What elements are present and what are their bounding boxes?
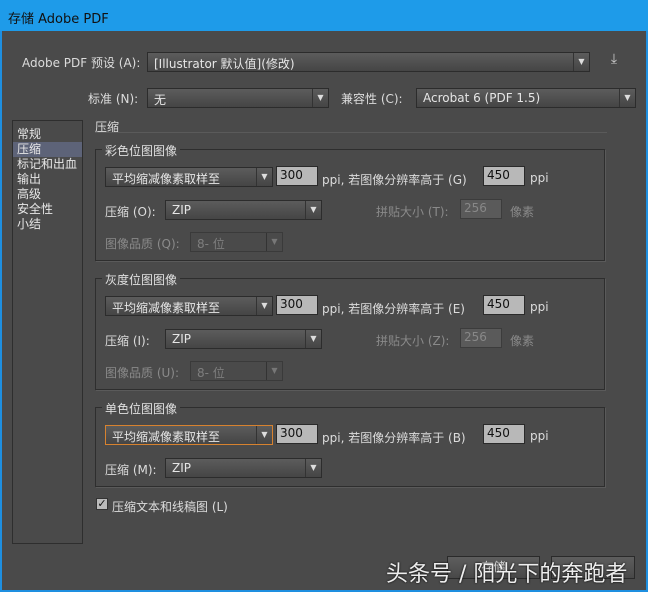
standard-value: 无 (154, 93, 167, 107)
downsample-value: 平均缩减像素取样至 (112, 301, 221, 315)
preset-dropdown[interactable]: [Illustrator 默认值](修改) ▼ (147, 52, 590, 72)
sidebar-item-summary[interactable]: 小结 (13, 217, 82, 232)
downsample-value: 平均缩减像素取样至 (112, 430, 221, 444)
tile-label: 拼贴大小 (Z): (376, 334, 450, 348)
sidebar-item-marks-bleeds[interactable]: 标记和出血 (13, 157, 82, 172)
ppi-unit: ppi (530, 300, 549, 314)
sidebar-item-advanced[interactable]: 高级 (13, 187, 82, 202)
compat-dropdown[interactable]: Acrobat 6 (PDF 1.5) ▼ (416, 88, 636, 108)
downsample-value: 平均缩减像素取样至 (112, 172, 221, 186)
downsample-dropdown[interactable]: 平均缩减像素取样至 ▼ (105, 296, 273, 316)
ppi-unit: ppi (530, 429, 549, 443)
tile-input[interactable]: 256 (460, 199, 502, 219)
above-ppi-input[interactable]: 450 (483, 295, 525, 315)
ppi-input[interactable]: 300 (276, 424, 318, 444)
sidebar-item-security[interactable]: 安全性 (13, 202, 82, 217)
group-title: 彩色位图图像 (102, 142, 181, 159)
quality-value: 8- 位 (197, 237, 225, 251)
group-title: 单色位图图像 (102, 400, 181, 417)
sidebar-item-general[interactable]: 常规 (13, 127, 82, 142)
chevron-down-icon: ▼ (312, 89, 328, 107)
watermark: 头条号 / 阳光下的奔跑者 (386, 562, 628, 587)
sidebar: 常规 压缩 标记和出血 输出 高级 安全性 小结 (12, 120, 83, 544)
preset-value: [Illustrator 默认值](修改) (154, 57, 295, 71)
quality-dropdown[interactable]: 8- 位 ▼ (190, 232, 283, 252)
compress-value: ZIP (172, 332, 191, 346)
chevron-down-icon: ▼ (619, 89, 635, 107)
downsample-dropdown[interactable]: 平均缩减像素取样至 ▼ (105, 167, 273, 187)
chevron-down-icon: ▼ (305, 330, 321, 348)
compress-value: ZIP (172, 461, 191, 475)
quality-label: 图像品质 (Q): (105, 237, 180, 251)
compress-value: ZIP (172, 203, 191, 217)
preset-label: Adobe PDF 预设 (A): (22, 56, 141, 70)
chevron-down-icon: ▼ (256, 297, 272, 315)
chevron-down-icon: ▼ (305, 201, 321, 219)
above-label: ppi, 若图像分辨率高于 (E) (322, 302, 465, 316)
above-label: ppi, 若图像分辨率高于 (B) (322, 431, 466, 445)
compress-label: 压缩 (O): (105, 205, 156, 219)
section-divider (95, 132, 607, 133)
ppi-unit: ppi (530, 171, 549, 185)
compat-value: Acrobat 6 (PDF 1.5) (423, 91, 541, 105)
above-ppi-input[interactable]: 450 (483, 424, 525, 444)
compress-label: 压缩 (I): (105, 334, 150, 348)
ppi-input[interactable]: 300 (276, 295, 318, 315)
chevron-down-icon: ▼ (256, 168, 272, 186)
compress-dropdown[interactable]: ZIP ▼ (165, 329, 322, 349)
standard-label: 标准 (N): (88, 92, 139, 106)
chevron-down-icon: ▼ (573, 53, 589, 71)
standard-dropdown[interactable]: 无 ▼ (147, 88, 329, 108)
compress-dropdown[interactable]: ZIP ▼ (165, 200, 322, 220)
sidebar-item-compression[interactable]: 压缩 (13, 142, 82, 157)
ppi-input[interactable]: 300 (276, 166, 318, 186)
above-ppi-input[interactable]: 450 (483, 166, 525, 186)
above-label: ppi, 若图像分辨率高于 (G) (322, 173, 467, 187)
compat-label: 兼容性 (C): (341, 92, 403, 106)
dialog-body: Adobe PDF 预设 (A): [Illustrator 默认值](修改) ▼… (2, 31, 646, 590)
chevron-down-icon: ▼ (305, 459, 321, 477)
save-preset-icon[interactable]: ⤓ (605, 51, 623, 71)
checkbox-label: 压缩文本和线稿图 (L) (112, 500, 228, 514)
compress-text-checkbox[interactable]: ✓ (96, 498, 108, 510)
sidebar-item-output[interactable]: 输出 (13, 172, 82, 187)
chevron-down-icon: ▼ (266, 362, 282, 380)
tile-unit: 像素 (510, 334, 535, 348)
quality-label: 图像品质 (U): (105, 366, 180, 380)
downsample-dropdown[interactable]: 平均缩减像素取样至 ▼ (105, 425, 273, 445)
quality-value: 8- 位 (197, 366, 225, 380)
chevron-down-icon: ▼ (256, 426, 272, 444)
tile-label: 拼贴大小 (T): (376, 205, 449, 219)
chevron-down-icon: ▼ (266, 233, 282, 251)
title-bar: 存储 Adobe PDF (0, 0, 648, 31)
quality-dropdown[interactable]: 8- 位 ▼ (190, 361, 283, 381)
group-title: 灰度位图图像 (102, 271, 181, 288)
compress-label: 压缩 (M): (105, 463, 157, 477)
tile-input[interactable]: 256 (460, 328, 502, 348)
tile-unit: 像素 (510, 205, 535, 219)
compress-dropdown[interactable]: ZIP ▼ (165, 458, 322, 478)
